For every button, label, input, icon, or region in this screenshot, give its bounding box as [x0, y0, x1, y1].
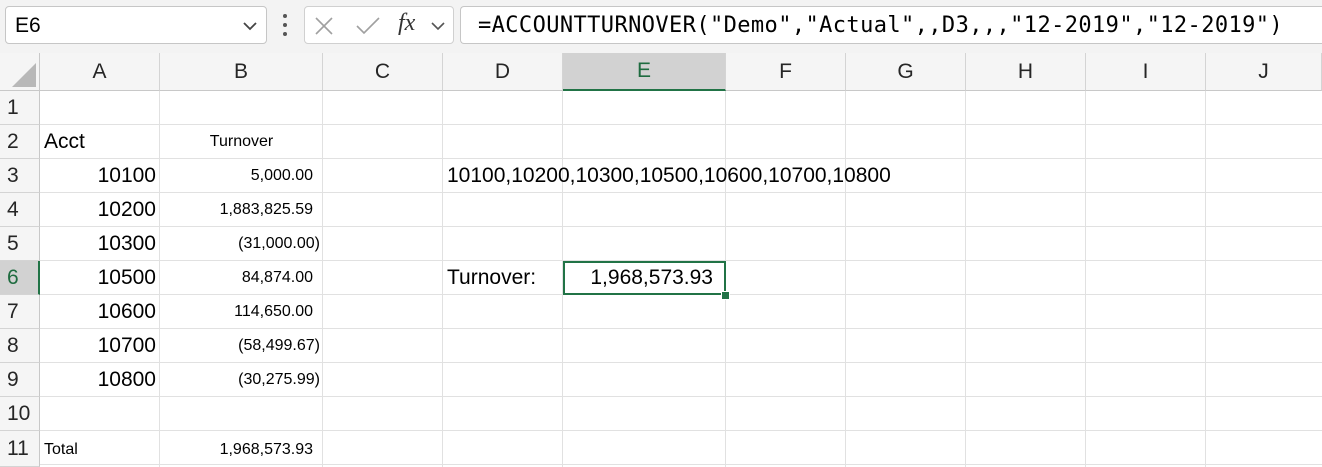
select-all-button[interactable]	[0, 53, 40, 91]
cell-b2[interactable]: Turnover	[160, 125, 323, 159]
formula-text[interactable]: =ACCOUNTTURNOVER("Demo","Actual",,D3,,,"…	[478, 13, 1283, 38]
column-header-e[interactable]: E	[563, 53, 726, 91]
cell-b4[interactable]: 1,883,825.59	[160, 193, 313, 227]
row-header-9[interactable]: 9	[0, 363, 40, 397]
row-header-7[interactable]: 7	[0, 295, 40, 329]
formula-buttons: fx	[304, 6, 454, 44]
column-header-j[interactable]: J	[1206, 53, 1322, 91]
gridline	[845, 91, 846, 467]
cell-a11[interactable]: Total	[44, 433, 78, 467]
row-header-6[interactable]: 6	[0, 261, 40, 295]
chevron-down-icon[interactable]	[429, 17, 447, 35]
cell-b5[interactable]: (31,000.00)	[160, 227, 320, 261]
cell-d6[interactable]: Turnover:	[447, 261, 536, 295]
cell-a9[interactable]: 10800	[40, 363, 156, 397]
gridline	[1205, 91, 1206, 467]
cancel-icon[interactable]	[313, 15, 335, 37]
cell-a7[interactable]: 10600	[40, 295, 156, 329]
cell-a4[interactable]: 10200	[40, 193, 156, 227]
column-header-a[interactable]: A	[40, 53, 160, 91]
cell-a2[interactable]: Acct	[44, 125, 85, 159]
row-header-11[interactable]: 11	[0, 431, 40, 467]
gridline	[40, 430, 1322, 431]
cell-b11[interactable]: 1,968,573.93	[160, 433, 313, 467]
name-box-value[interactable]: E6	[15, 14, 41, 38]
more-options-icon[interactable]	[281, 12, 289, 38]
spreadsheet-grid[interactable]: A B C D E F G H I J 1 2 3 4 5 6 7 8 9 10…	[0, 53, 1322, 467]
row-header-2[interactable]: 2	[0, 125, 40, 159]
row-header-3[interactable]: 3	[0, 159, 40, 193]
cell-a5[interactable]: 10300	[40, 227, 156, 261]
select-all-icon[interactable]	[12, 63, 36, 87]
gridline	[1085, 91, 1086, 467]
column-header-d[interactable]: D	[443, 53, 563, 91]
cell-b7[interactable]: 114,650.00	[160, 295, 313, 329]
column-header-g[interactable]: G	[846, 53, 966, 91]
cell-b3[interactable]: 5,000.00	[160, 159, 313, 193]
column-header-b[interactable]: B	[160, 53, 323, 91]
cell-a6[interactable]: 10500	[40, 261, 156, 295]
formula-input[interactable]: =ACCOUNTTURNOVER("Demo","Actual",,D3,,,"…	[460, 6, 1322, 44]
column-header-h[interactable]: H	[966, 53, 1086, 91]
row-header-4[interactable]: 4	[0, 193, 40, 227]
chevron-down-icon[interactable]	[240, 16, 260, 36]
cell-a8[interactable]: 10700	[40, 329, 156, 363]
row-header-10[interactable]: 10	[0, 397, 40, 431]
cell-d3[interactable]: 10100,10200,10300,10500,10600,10700,1080…	[447, 159, 891, 193]
row-header-1[interactable]: 1	[0, 91, 40, 125]
row-header-5[interactable]: 5	[0, 227, 40, 261]
column-header-f[interactable]: F	[726, 53, 846, 91]
fill-handle[interactable]	[721, 291, 730, 300]
enter-icon[interactable]	[355, 15, 381, 37]
cell-a3[interactable]: 10100	[40, 159, 156, 193]
cell-b9[interactable]: (30,275.99)	[160, 363, 320, 397]
row-header-8[interactable]: 8	[0, 329, 40, 363]
cell-b8[interactable]: (58,499.67)	[160, 329, 320, 363]
insert-function-icon[interactable]: fx	[398, 10, 415, 37]
cell-b6[interactable]: 84,874.00	[160, 261, 313, 295]
column-header-c[interactable]: C	[323, 53, 443, 91]
gridline	[965, 91, 966, 467]
gridline	[442, 91, 443, 467]
formula-bar: E6 fx =ACCOUNTTURNOVER("Demo","Actual",,…	[0, 0, 1322, 53]
column-header-i[interactable]: I	[1086, 53, 1206, 91]
name-box[interactable]: E6	[5, 6, 267, 44]
cell-e6[interactable]: 1,968,573.93	[563, 261, 713, 295]
